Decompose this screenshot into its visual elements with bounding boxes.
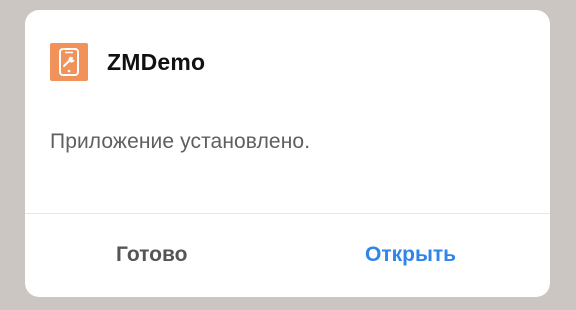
status-message: Приложение установлено. [50,130,311,153]
done-button[interactable]: Готово [116,243,187,267]
app-icon [50,43,88,81]
install-complete-dialog: ZMDemo Приложение установлено. Готово От… [25,10,550,297]
app-name: ZMDemo [107,48,206,75]
divider [25,213,550,214]
dialog-header: ZMDemo [50,43,205,81]
phone-wrench-icon [59,48,79,76]
open-button[interactable]: Открыть [365,243,456,267]
